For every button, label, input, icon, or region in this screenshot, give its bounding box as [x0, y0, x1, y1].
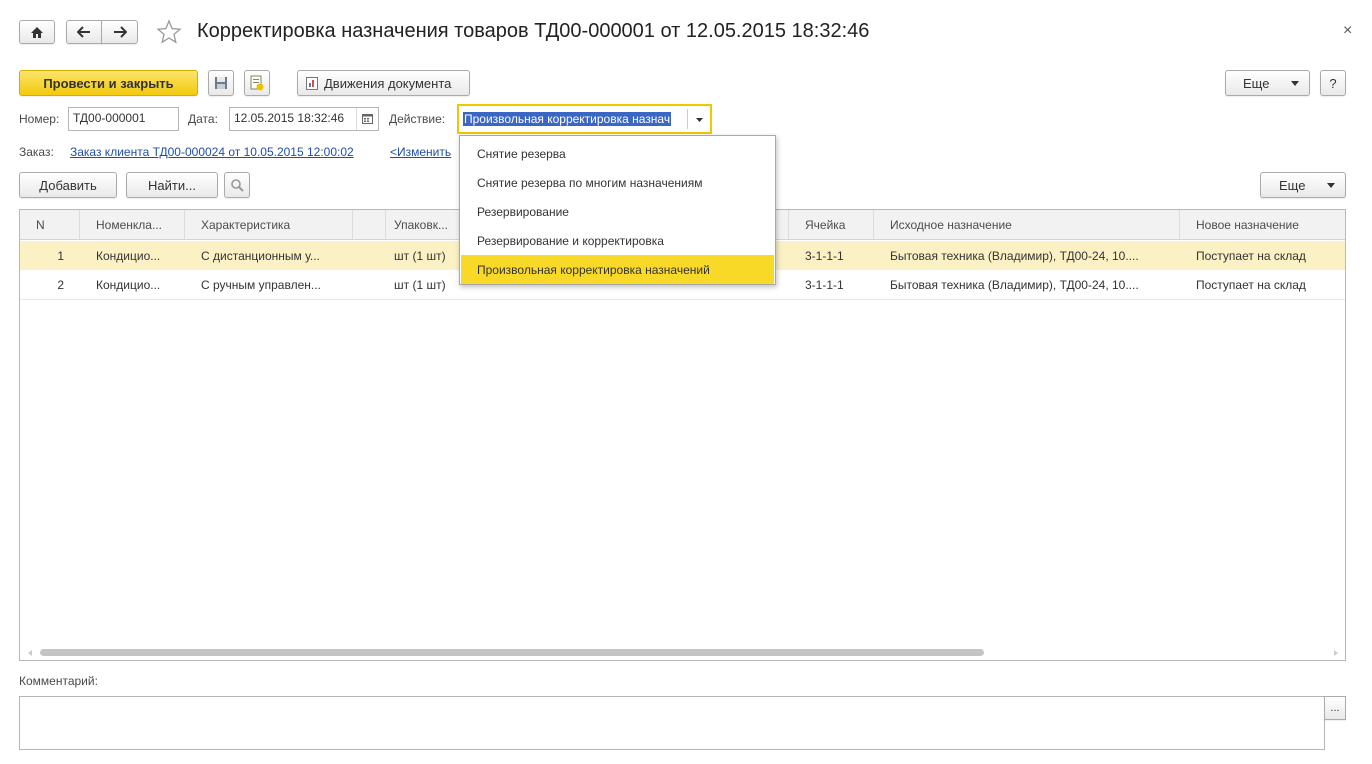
table-more-label: Еще: [1279, 177, 1306, 193]
back-button[interactable]: [66, 20, 102, 44]
column-header-package[interactable]: Упаковк...: [378, 210, 463, 239]
post-button[interactable]: [244, 70, 270, 96]
action-select-divider: [687, 109, 688, 129]
column-header-cell[interactable]: Ячейка: [789, 210, 874, 239]
cell-nomenclature: Кондицио...: [96, 248, 161, 263]
table-more-button[interactable]: Еще: [1260, 172, 1346, 198]
action-select-value: Произвольная корректировка назнач: [463, 112, 672, 126]
action-dropdown-list: Снятие резерва Снятие резерва по многим …: [459, 135, 776, 285]
calendar-button[interactable]: [356, 108, 378, 130]
row-separator: [20, 299, 1345, 300]
arrow-right-icon: [113, 26, 127, 38]
document-movements-label: Движения документа: [324, 75, 452, 91]
order-label: Заказ:: [19, 145, 54, 159]
cell-cell: 3-1-1-1: [805, 277, 844, 292]
dropdown-item-reservation[interactable]: Резервирование: [461, 197, 774, 226]
action-select[interactable]: Произвольная корректировка назнач: [457, 104, 712, 134]
find-button[interactable]: Найти...: [126, 172, 218, 198]
cell-characteristic: С ручным управлен...: [201, 277, 321, 292]
cell-characteristic: С дистанционным у...: [201, 248, 320, 263]
home-button[interactable]: [19, 20, 55, 44]
cell-n: 2: [57, 277, 64, 292]
comment-edit-button[interactable]: ...: [1324, 696, 1346, 720]
column-header-nomenclature[interactable]: Номенкла...: [80, 210, 185, 239]
save-button[interactable]: [208, 70, 234, 96]
cell-package: шт (1 шт): [394, 248, 446, 263]
cancel-search-button[interactable]: [224, 172, 250, 198]
forward-button[interactable]: [101, 20, 138, 44]
document-movements-button[interactable]: Движения документа: [297, 70, 470, 96]
horizontal-scrollbar[interactable]: [40, 649, 984, 656]
dropdown-item-arbitrary-correction[interactable]: Произвольная корректировка назначений: [461, 255, 774, 284]
dropdown-item-release-reserve[interactable]: Снятие резерва: [461, 139, 774, 168]
add-button[interactable]: Добавить: [19, 172, 117, 198]
column-header-characteristic[interactable]: Характеристика: [185, 210, 353, 239]
column-header-new-assignment[interactable]: Новое назначение: [1180, 210, 1345, 239]
calendar-icon: [362, 114, 373, 124]
arrow-left-icon: [77, 26, 90, 38]
order-link[interactable]: Заказ клиента ТД00-000024 от 10.05.2015 …: [70, 145, 354, 159]
number-field[interactable]: ТД00-000001: [68, 107, 179, 131]
cell-nomenclature: Кондицио...: [96, 277, 161, 292]
star-icon: [156, 19, 182, 44]
cell-n: 1: [57, 248, 64, 263]
action-label: Действие:: [389, 112, 446, 126]
chevron-down-icon: [1291, 81, 1299, 86]
chevron-down-icon: [1327, 183, 1335, 188]
cell-new-assignment: Поступает на склад: [1196, 277, 1306, 292]
column-header-n[interactable]: N: [20, 210, 80, 239]
cell-package: шт (1 шт): [394, 277, 446, 292]
close-icon[interactable]: ×: [1343, 22, 1352, 40]
post-icon: [250, 75, 264, 91]
dropdown-item-release-reserve-multiple[interactable]: Снятие резерва по многим назначениям: [461, 168, 774, 197]
favorite-star-button[interactable]: [156, 19, 182, 45]
more-label: Еще: [1243, 75, 1270, 91]
number-label: Номер:: [19, 112, 60, 126]
column-header-source-assignment[interactable]: Исходное назначение: [874, 210, 1180, 239]
report-icon: [306, 76, 318, 90]
cell-source-assignment: Бытовая техника (Владимир), ТД00-24, 10.…: [890, 248, 1139, 263]
comment-label: Комментарий:: [19, 674, 98, 688]
chevron-down-icon: [696, 118, 703, 122]
scroll-right-arrow-icon[interactable]: [1334, 650, 1338, 656]
change-order-link[interactable]: <Изменить: [390, 145, 451, 159]
more-button[interactable]: Еще: [1225, 70, 1310, 96]
help-button[interactable]: ?: [1320, 70, 1346, 96]
home-icon: [31, 26, 43, 38]
scroll-left-arrow-icon[interactable]: [28, 650, 32, 656]
post-and-close-button[interactable]: Провести и закрыть: [19, 70, 198, 96]
page-title: Корректировка назначения товаров ТД00-00…: [197, 20, 870, 42]
date-label: Дата:: [188, 112, 218, 126]
cell-new-assignment: Поступает на склад: [1196, 248, 1306, 263]
comment-field[interactable]: [19, 696, 1325, 750]
dropdown-item-reservation-correction[interactable]: Резервирование и корректировка: [461, 226, 774, 255]
cell-source-assignment: Бытовая техника (Владимир), ТД00-24, 10.…: [890, 277, 1139, 292]
cell-cell: 3-1-1-1: [805, 248, 844, 263]
save-icon: [215, 77, 227, 89]
search-clear-icon: [231, 179, 244, 192]
